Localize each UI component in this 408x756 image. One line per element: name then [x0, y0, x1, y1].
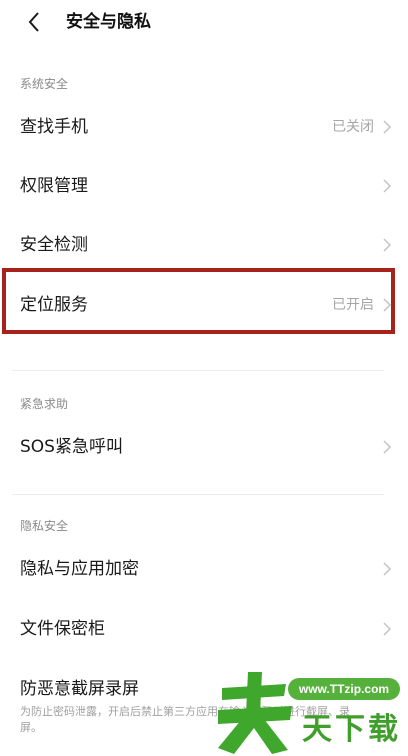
section-header-privacy: 隐私安全: [20, 519, 69, 533]
row-label: 查找手机: [20, 117, 88, 137]
highlight-box: [2, 268, 395, 334]
row-label: 安全检测: [20, 235, 88, 255]
section-header-emergency: 紧急求助: [20, 397, 69, 411]
section-divider: [12, 370, 384, 371]
header: 安全与隐私: [0, 0, 408, 44]
watermark-logo-icon: [218, 672, 292, 754]
chevron-right-icon: [383, 440, 392, 454]
row-security-check[interactable]: 安全检测: [0, 216, 408, 274]
section-divider: [12, 494, 384, 495]
row-status: 已关闭: [332, 119, 374, 135]
watermark-url: www.TTzip.com: [288, 678, 400, 700]
chevron-right-icon: [383, 562, 392, 576]
row-file-safe[interactable]: 文件保密柜: [0, 600, 408, 658]
row-find-phone[interactable]: 查找手机 已关闭: [0, 98, 408, 156]
chevron-right-icon: [383, 179, 392, 193]
watermark-text: 天下载: [302, 712, 401, 747]
chevron-right-icon: [383, 120, 392, 134]
chevron-right-icon: [383, 622, 392, 636]
chevron-left-icon: [28, 12, 39, 32]
back-button[interactable]: [20, 8, 48, 36]
row-label: SOS紧急呼叫: [20, 437, 123, 457]
row-sos-call[interactable]: SOS紧急呼叫: [0, 418, 408, 476]
row-label: 文件保密柜: [20, 619, 105, 639]
page-title: 安全与隐私: [66, 12, 151, 32]
row-label: 隐私与应用加密: [20, 559, 139, 579]
chevron-right-icon: [383, 238, 392, 252]
watermark: www.TTzip.com 天下载: [212, 664, 408, 756]
row-privacy-app-encryption[interactable]: 隐私与应用加密: [0, 540, 408, 598]
row-label: 防恶意截屏录屏: [20, 679, 139, 699]
section-header-system-security: 系统安全: [20, 77, 69, 91]
row-permission-management[interactable]: 权限管理: [0, 157, 408, 215]
row-label: 权限管理: [20, 176, 88, 196]
